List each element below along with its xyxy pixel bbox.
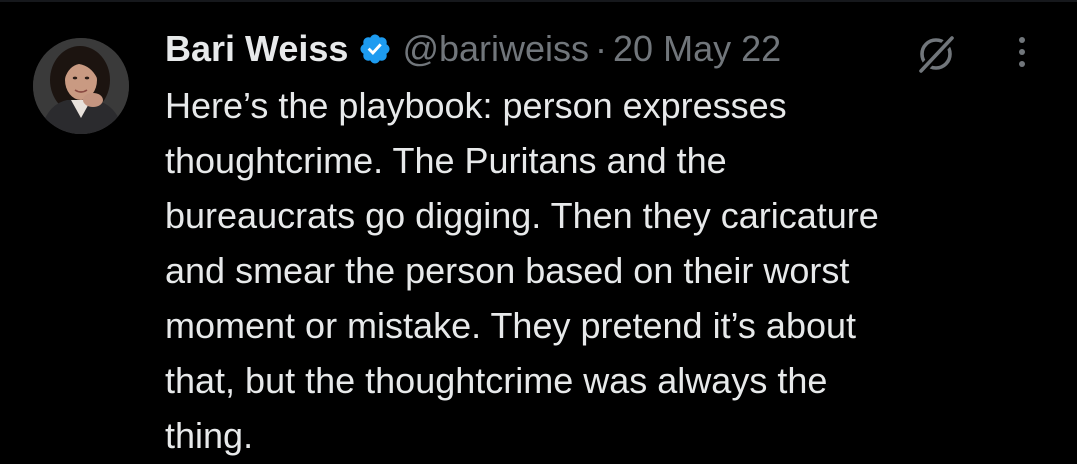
grok-icon[interactable] [912, 30, 960, 76]
tweet[interactable]: Bari Weiss @bariweiss · 20 May 22 Here’s… [0, 0, 1077, 464]
author-display-name[interactable]: Bari Weiss [165, 28, 348, 70]
avatar[interactable] [33, 38, 129, 134]
tweet-text: Here’s the playbook: person expresses th… [165, 85, 879, 456]
separator-dot: · [595, 28, 608, 69]
verified-badge-icon [358, 32, 392, 66]
more-options-icon[interactable] [1010, 32, 1034, 72]
tweet-date[interactable]: 20 May 22 [613, 28, 781, 70]
avatar-image [33, 38, 129, 134]
author-handle[interactable]: @bariweiss [402, 28, 589, 70]
tweet-header: Bari Weiss @bariweiss · 20 May 22 [165, 24, 781, 74]
